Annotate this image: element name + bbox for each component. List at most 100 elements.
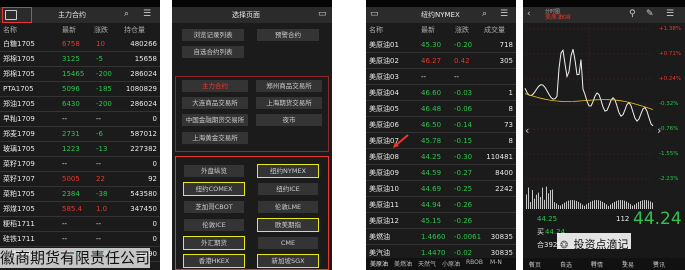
cell-change: -- <box>96 115 102 123</box>
table-row[interactable]: 菜籽1707 5005 22 92 <box>0 172 160 187</box>
volume-bar <box>578 201 579 209</box>
foreign-market-button[interactable]: 伦敦ICE <box>184 219 244 231</box>
table-row[interactable]: 美燃油 1.4660 -0.0061 30835 <box>366 229 516 245</box>
table-row[interactable]: 玻璃1705 1223 -13 227382 <box>0 142 160 157</box>
foreign-market-button[interactable]: CME <box>258 237 318 249</box>
axis-percent-label: -1.55% <box>659 151 679 157</box>
back-icon[interactable]: ‹ <box>527 9 531 19</box>
table-row[interactable]: 美原油12 45.15 -0.26 <box>366 213 516 229</box>
cell-name: 郑麦1709 <box>3 130 35 138</box>
table-header: 名称 最新 涨跌 持仓量 <box>0 23 160 37</box>
flashlight-icon[interactable]: ⚲ <box>629 9 636 19</box>
exchange-button[interactable]: 主力合约 <box>182 80 248 92</box>
table-row[interactable]: 美原油02 46.27 0.42 305 <box>366 53 516 69</box>
foreign-market-button[interactable]: 香港HKEX <box>183 254 245 268</box>
cell-last: 1.4470 <box>421 249 446 257</box>
cell-name: 玻璃1705 <box>3 145 35 153</box>
table-row[interactable]: 郑棉1705 3125 -5 15658 <box>0 52 160 67</box>
exchange-button[interactable]: 郑州商品交易所 <box>256 80 322 92</box>
exchange-tab[interactable]: RBOB <box>466 259 483 266</box>
table-row[interactable]: 美原油11 44.94 -0.26 <box>366 197 516 213</box>
table-row[interactable]: 美原油06 46.50 -0.14 73 <box>366 117 516 133</box>
exchange-tab[interactable]: 天然气 <box>418 259 436 268</box>
cell-oi: 0 <box>152 220 157 228</box>
search-icon[interactable]: ⌕ <box>124 9 129 19</box>
nav-button[interactable]: 自选合约列表 <box>182 46 244 58</box>
cell-volume: 2242 <box>495 185 513 193</box>
table-row[interactable]: 粳稻1711 -- -- 0 <box>0 217 160 232</box>
foreign-market-button[interactable]: 纽约ICE <box>258 183 318 195</box>
volume-bar <box>608 205 609 209</box>
cell-last: 44.69 <box>421 185 442 193</box>
volume-bar <box>580 203 581 209</box>
exchange-tab[interactable]: M-N <box>490 259 502 266</box>
foreign-market-button[interactable]: 芝加哥CBOT <box>184 201 244 213</box>
volume-bar <box>530 202 531 209</box>
arrow-right-icon[interactable]: › <box>657 125 661 136</box>
table-row[interactable]: PTA1705 5096 -185 1080829 <box>0 82 160 97</box>
volume-bar <box>610 204 611 209</box>
cell-change: -185 <box>96 85 112 93</box>
table-row[interactable]: 美原油10 44.69 -0.25 2242 <box>366 181 516 197</box>
foreign-market-button[interactable]: 新加坡SGX <box>257 254 319 268</box>
table-row[interactable]: 郑麦1709 2731 -6 587012 <box>0 127 160 142</box>
table-row[interactable]: 郑油1705 6430 -200 286024 <box>0 97 160 112</box>
cell-change: -0.27 <box>454 169 473 177</box>
foreign-market-button[interactable]: 外盘纵览 <box>184 165 244 177</box>
cell-last: 3125 <box>62 55 80 63</box>
foreign-market-button[interactable]: 纽约COMEX <box>183 182 245 196</box>
menu-icon[interactable]: ☰ <box>500 9 508 19</box>
panel-select-page: 选择页面 ▭ 浏览记录列表 预警合约 自选合约列表 主力合约 郑州商品交易所 大连商品交… <box>172 0 332 270</box>
volume-bar <box>562 204 563 209</box>
table-row[interactable]: 郑煤1705 585.4 1.0 347450 <box>0 202 160 217</box>
cell-change: -13 <box>96 145 108 153</box>
table-row[interactable]: 美原油07 45.78 -0.15 8 <box>366 133 516 149</box>
exchange-tab[interactable]: 美燃油 <box>394 259 412 268</box>
nav-button[interactable]: 浏览记录列表 <box>182 29 244 41</box>
cell-name: 菜籽1707 <box>3 175 35 183</box>
exchange-button[interactable]: 夜市 <box>256 114 322 126</box>
table-row[interactable]: 菜粕1705 2384 -38 543580 <box>0 187 160 202</box>
table-row[interactable]: 白糖1705 6758 10 480266 <box>0 37 160 52</box>
table-row[interactable]: 美原油05 46.48 -0.06 8 <box>366 101 516 117</box>
volume-bar <box>528 187 529 209</box>
arrow-left-icon[interactable]: ‹ <box>525 125 529 136</box>
status-bar <box>523 0 685 7</box>
table-row[interactable]: 美原油04 46.60 -0.03 1 <box>366 85 516 101</box>
menu-icon[interactable]: ☰ <box>666 9 674 19</box>
table-row[interactable]: 硅铁1711 -- -- 0 <box>0 232 160 247</box>
exchange-button[interactable]: 大连商品交易所 <box>182 97 248 109</box>
table-row[interactable]: 美原油08 44.25 -0.30 110481 <box>366 149 516 165</box>
menu-icon[interactable]: ☰ <box>143 9 151 19</box>
foreign-market-button[interactable]: 纽约NYMEX <box>257 164 319 178</box>
foreign-market-button[interactable]: 外汇期货 <box>183 236 245 250</box>
axis-percent-label: -0.32% <box>659 101 679 107</box>
table-row[interactable]: 郑棉1705 15465 -200 286024 <box>0 67 160 82</box>
table-row[interactable]: 菜籽1709 -- -- 0 <box>0 157 160 172</box>
foreign-market-button[interactable]: 欧美期指 <box>257 218 319 232</box>
table-row[interactable]: 美原油09 44.59 -0.27 8400 <box>366 165 516 181</box>
foreign-market-button[interactable]: 伦敦LME <box>258 201 318 213</box>
nav-button[interactable]: 预警合约 <box>257 29 319 41</box>
folder-icon[interactable]: ▭ <box>318 9 327 19</box>
exchange-tab[interactable]: 小原油 <box>442 259 460 268</box>
volume-bar <box>616 200 617 209</box>
volume-bar <box>604 202 605 209</box>
exchange-tab[interactable]: 美原油 <box>370 259 388 268</box>
exchange-button[interactable]: 上海期货交易所 <box>256 97 322 109</box>
volume-bar <box>620 200 621 209</box>
col-change: 涨跌 <box>455 26 469 34</box>
tab-label: 资讯 <box>653 262 666 269</box>
table-row[interactable]: 美原油01 45.30 -0.20 718 <box>366 37 516 53</box>
table-row[interactable]: 美原油03 -- -- <box>366 69 516 85</box>
exchange-button[interactable]: 中国金融期货交易所 <box>182 114 248 126</box>
cell-oi: 1080829 <box>125 85 157 93</box>
col-volume: 成交量 <box>484 26 505 34</box>
edit-icon[interactable]: ✎ <box>646 9 654 19</box>
search-icon[interactable]: ⌕ <box>482 9 487 19</box>
exchange-button[interactable]: 上海黄金交易所 <box>182 132 248 144</box>
page-title: 纽约NYMEX <box>421 11 460 19</box>
tab-label: 行情 <box>591 262 604 269</box>
table-row[interactable]: 早籼1709 -- -- 0 <box>0 112 160 127</box>
folder-icon[interactable]: ▭ <box>370 9 379 19</box>
